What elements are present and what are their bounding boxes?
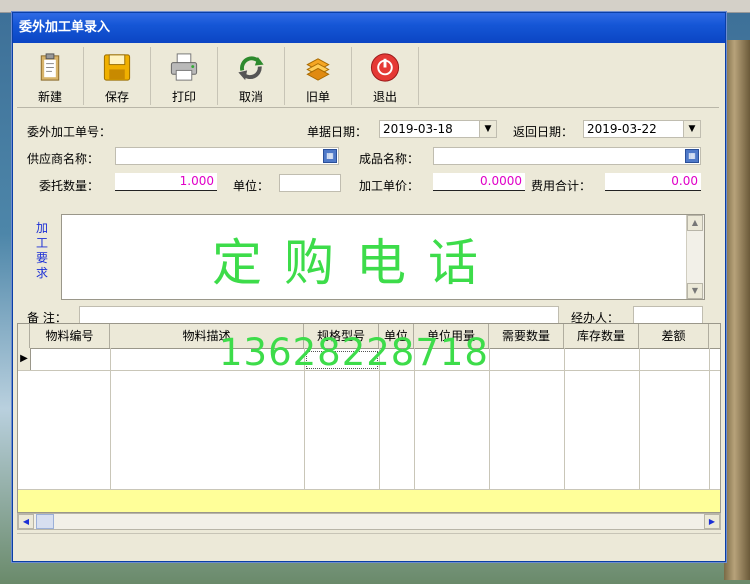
scroll-down-icon[interactable]: ▼ — [687, 283, 703, 299]
requirement-text: 定购电话 — [212, 234, 500, 292]
price-label: 加工单价： — [359, 179, 420, 193]
chevron-down-icon[interactable]: ▼ — [683, 121, 700, 137]
current-row-arrow-icon: ▶ — [18, 348, 31, 370]
handler-input[interactable] — [633, 306, 703, 324]
new-button[interactable]: 新建 — [17, 47, 84, 105]
order-no-label: 委外加工单号： — [27, 125, 112, 139]
desktop-background — [724, 40, 750, 580]
scroll-up-icon[interactable]: ▲ — [687, 215, 703, 231]
return-date-picker[interactable]: 2019-03-22 ▼ — [583, 120, 701, 138]
requirement-label: 加工要求 — [35, 221, 48, 280]
vertical-scrollbar[interactable]: ▲ ▼ — [686, 215, 704, 299]
col-divider — [564, 348, 565, 512]
col-header-required-qty[interactable]: 需要数量 — [489, 324, 564, 348]
order-date-value: 2019-03-18 — [383, 122, 453, 136]
unit-input[interactable] — [279, 174, 341, 192]
col-divider — [489, 348, 490, 512]
col-header-difference[interactable]: 差额 — [639, 324, 709, 348]
window-title[interactable]: 委外加工单录入 — [13, 13, 725, 43]
scroll-thumb[interactable] — [36, 514, 54, 529]
col-divider — [709, 348, 710, 512]
product-input[interactable]: ▦ — [433, 147, 701, 165]
new-button-label: 新建 — [37, 90, 62, 104]
cost-input[interactable]: 0.00 — [605, 173, 701, 191]
toolbar: 新建 保存 打印 取消 旧单 退出 — [17, 47, 719, 108]
row-header-corner — [18, 324, 30, 348]
floppy-save-icon — [103, 54, 131, 81]
old-orders-button-label: 旧单 — [305, 90, 330, 104]
order-date-picker[interactable]: 2019-03-18 ▼ — [379, 120, 497, 138]
print-button[interactable]: 打印 — [151, 47, 218, 105]
supplier-input[interactable]: ▦ — [115, 147, 339, 165]
save-button-label: 保存 — [104, 90, 129, 104]
stack-old-icon — [306, 58, 330, 81]
cancel-button[interactable]: 取消 — [218, 47, 285, 105]
lookup-icon[interactable]: ▦ — [323, 149, 337, 163]
remark-input[interactable] — [79, 306, 559, 324]
print-button-label: 打印 — [171, 90, 196, 104]
col-divider — [110, 348, 111, 512]
price-input[interactable]: 0.0000 — [433, 173, 525, 191]
printer-icon — [170, 53, 198, 81]
order-form: 委外加工单号： 单据日期： 2019-03-18 ▼ 返回日期： 2019-03… — [13, 111, 725, 325]
save-button[interactable]: 保存 — [84, 47, 151, 105]
main-window: 委外加工单录入 新建 保存 打印 取消 旧单 退出 委外加工单号： 单据日期： … — [12, 12, 726, 562]
supplier-label: 供应商名称： — [27, 152, 100, 166]
clipboard-new-icon — [40, 53, 60, 81]
return-date-label: 返回日期： — [513, 125, 574, 139]
col-header-stock-qty[interactable]: 库存数量 — [564, 324, 639, 348]
lookup-icon[interactable]: ▦ — [685, 149, 699, 163]
cost-label: 费用合计： — [531, 179, 592, 193]
product-label: 成品名称： — [359, 152, 420, 166]
scroll-right-icon[interactable]: ▶ — [704, 514, 720, 529]
old-orders-button[interactable]: 旧单 — [285, 47, 352, 105]
refresh-cancel-icon — [238, 56, 264, 81]
requirement-textarea[interactable]: 定购电话 ▲ ▼ — [61, 214, 705, 300]
qty-label: 委托数量： — [39, 179, 100, 193]
col-divider — [639, 348, 640, 512]
exit-button[interactable]: 退出 — [352, 47, 419, 105]
power-exit-icon — [370, 53, 400, 82]
order-date-label: 单据日期： — [307, 125, 368, 139]
qty-input[interactable]: 1.000 — [115, 173, 217, 191]
exit-button-label: 退出 — [372, 90, 397, 104]
scroll-left-icon[interactable]: ◀ — [18, 514, 34, 529]
horizontal-scrollbar[interactable]: ◀ ▶ — [17, 513, 721, 530]
status-bar — [17, 533, 721, 558]
phone-overlay: 13628228718 — [219, 331, 489, 374]
cancel-button-label: 取消 — [238, 90, 263, 104]
return-date-value: 2019-03-22 — [587, 122, 657, 136]
chevron-down-icon[interactable]: ▼ — [479, 121, 496, 137]
totals-row — [18, 489, 720, 512]
col-header-material-code[interactable]: 物料编号 — [30, 324, 110, 348]
unit-label: 单位： — [233, 179, 270, 193]
